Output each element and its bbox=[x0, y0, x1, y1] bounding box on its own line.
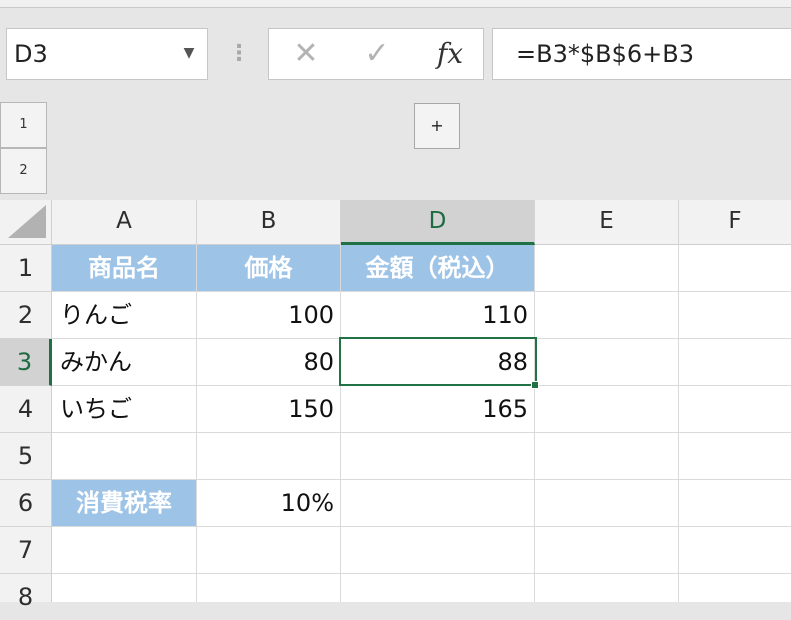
cell-A3[interactable]: みかん bbox=[52, 339, 197, 386]
cell-D8[interactable] bbox=[341, 574, 535, 602]
row-header-7[interactable]: 7 bbox=[0, 527, 52, 574]
active-cell-selection bbox=[339, 337, 537, 386]
insert-function-button[interactable]: fx bbox=[420, 28, 480, 80]
cell-F3[interactable] bbox=[679, 339, 791, 386]
cell-E3[interactable] bbox=[535, 339, 679, 386]
column-header-F[interactable]: F bbox=[679, 200, 791, 245]
cell-E2[interactable] bbox=[535, 292, 679, 339]
cell-B1[interactable]: 価格 bbox=[197, 245, 341, 292]
cell-D2[interactable]: 110 bbox=[341, 292, 535, 339]
cell-A8[interactable] bbox=[52, 574, 197, 602]
cell-A5[interactable] bbox=[52, 433, 197, 480]
row-header-1[interactable]: 1 bbox=[0, 245, 52, 292]
column-header-A[interactable]: A bbox=[52, 200, 197, 245]
cell-B3[interactable]: 80 bbox=[197, 339, 341, 386]
cell-F1[interactable] bbox=[679, 245, 791, 292]
outline-expand-button[interactable]: + bbox=[414, 103, 460, 149]
cell-F7[interactable] bbox=[679, 527, 791, 574]
cell-D4[interactable]: 165 bbox=[341, 386, 535, 433]
name-box-dropdown-icon[interactable]: ▼ bbox=[178, 28, 200, 80]
cell-E6[interactable] bbox=[535, 480, 679, 527]
column-header-D[interactable]: D bbox=[341, 200, 535, 245]
row-header-2[interactable]: 2 bbox=[0, 292, 52, 339]
column-header-E[interactable]: E bbox=[535, 200, 679, 245]
cell-E4[interactable] bbox=[535, 386, 679, 433]
cell-F2[interactable] bbox=[679, 292, 791, 339]
cell-B8[interactable] bbox=[197, 574, 341, 602]
column-header-B[interactable]: B bbox=[197, 200, 341, 245]
outline-level-2-button[interactable]: 2 bbox=[0, 148, 47, 194]
fill-handle[interactable] bbox=[531, 381, 539, 389]
cell-D7[interactable] bbox=[341, 527, 535, 574]
cell-E1[interactable] bbox=[535, 245, 679, 292]
cell-E5[interactable] bbox=[535, 433, 679, 480]
cell-B5[interactable] bbox=[197, 433, 341, 480]
cell-F6[interactable] bbox=[679, 480, 791, 527]
outline-level-1-button[interactable]: 1 bbox=[0, 102, 47, 148]
window-top-strip bbox=[0, 0, 791, 8]
cell-A4[interactable]: いちご bbox=[52, 386, 197, 433]
cancel-icon[interactable]: ✕ bbox=[280, 28, 332, 80]
cell-F8[interactable] bbox=[679, 574, 791, 602]
formula-text: =B3*$B$6+B3 bbox=[516, 40, 694, 68]
cell-E7[interactable] bbox=[535, 527, 679, 574]
row-header-6[interactable]: 6 bbox=[0, 480, 52, 527]
formula-bar-grip-icon[interactable]: ⋮ bbox=[228, 38, 250, 70]
cell-F4[interactable] bbox=[679, 386, 791, 433]
cell-B6[interactable]: 10% bbox=[197, 480, 341, 527]
cell-A6[interactable]: 消費税率 bbox=[52, 480, 197, 527]
cell-A7[interactable] bbox=[52, 527, 197, 574]
cell-A2[interactable]: りんご bbox=[52, 292, 197, 339]
cell-B7[interactable] bbox=[197, 527, 341, 574]
row-header-4[interactable]: 4 bbox=[0, 386, 52, 433]
cell-F5[interactable] bbox=[679, 433, 791, 480]
enter-check-icon[interactable]: ✓ bbox=[350, 28, 404, 80]
cell-B4[interactable]: 150 bbox=[197, 386, 341, 433]
row-header-3[interactable]: 3 bbox=[0, 339, 52, 386]
cell-D1[interactable]: 金額（税込） bbox=[341, 245, 535, 292]
cell-B2[interactable]: 100 bbox=[197, 292, 341, 339]
row-header-8[interactable]: 8 bbox=[0, 574, 52, 611]
select-all-triangle-icon bbox=[8, 205, 46, 238]
cell-E8[interactable] bbox=[535, 574, 679, 602]
row-header-5[interactable]: 5 bbox=[0, 433, 52, 480]
cell-D5[interactable] bbox=[341, 433, 535, 480]
name-box-value: D3 bbox=[14, 40, 48, 68]
cell-A1[interactable]: 商品名 bbox=[52, 245, 197, 292]
cell-D6[interactable] bbox=[341, 480, 535, 527]
